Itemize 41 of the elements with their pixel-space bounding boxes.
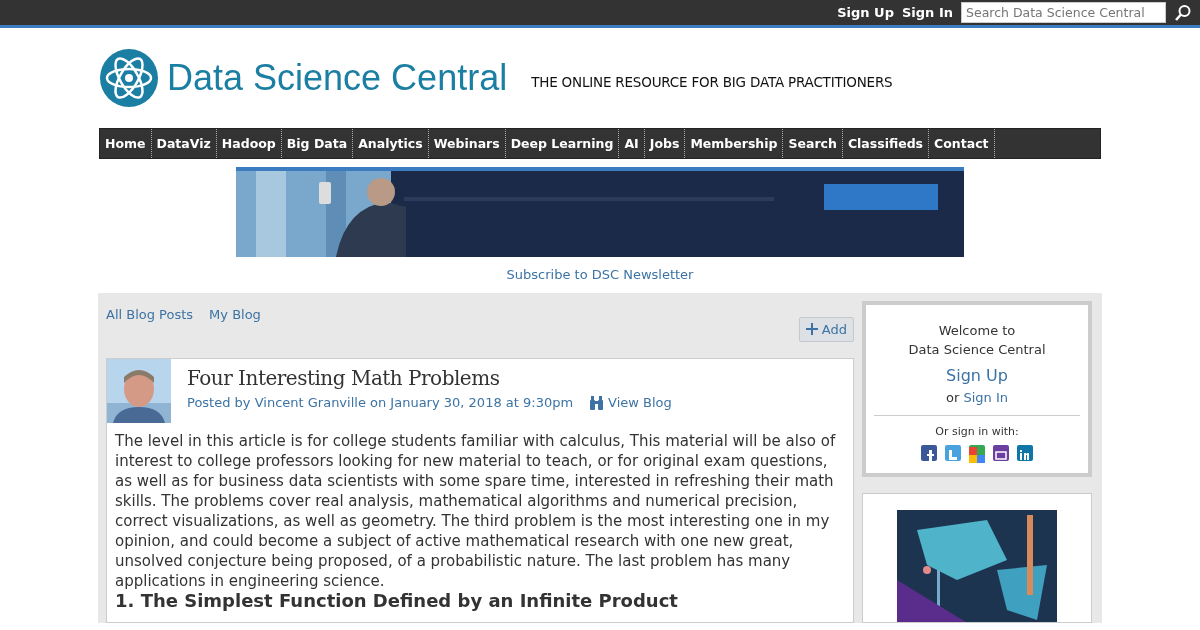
nav-link[interactable]: Hadoop	[216, 129, 282, 158]
search-field[interactable]: Search Data Science Central	[961, 2, 1166, 23]
plus-icon	[805, 323, 818, 336]
nav-link[interactable]: Jobs	[644, 129, 686, 158]
site-name[interactable]: Data Science Central	[167, 51, 508, 105]
newsletter-link[interactable]: Subscribe to DSC Newsletter	[506, 267, 694, 282]
nav-link[interactable]: DataViz	[151, 129, 217, 158]
nav-link[interactable]: Big Data	[281, 129, 354, 158]
sign-up-link[interactable]: Sign Up	[946, 363, 1008, 388]
logo-icon	[99, 48, 159, 108]
welcome-text: Welcome to Data Science Central	[907, 321, 1047, 359]
social-login-icon[interactable]	[921, 444, 937, 461]
nav-link[interactable]: Webinars	[428, 129, 506, 158]
add-button[interactable]: Add	[798, 316, 854, 342]
social-login-icon[interactable]	[1017, 444, 1033, 461]
nav-link[interactable]: Membership	[685, 129, 784, 158]
post-byline: Posted by Vincent Granville on January 30, 2018 at 9:30pm	[187, 394, 574, 412]
nav-link[interactable]: Classifieds	[842, 129, 930, 158]
nav-link[interactable]: Home	[100, 129, 152, 158]
nav-link[interactable]: Contact	[929, 129, 995, 158]
section-heading: 1. The Simplest Function Defined by an Infinite Product	[114, 591, 679, 611]
nav-link[interactable]: AI	[619, 129, 645, 158]
post-body: The level in this article is for college students familiar with calculus, This material will be also of interest to college professors looking for new material to teach, or for original exam questions, as well as for business data scientists with some spare time, interested in refreshing their math skills. The problems cover real analysis, mathematical algorithms and numerical precision, correct visualizations, as well as geometry. The third problem is the most interesting one in my opinion, and could become a subject of active mathematical research with one new great, unsolved conjecture being proposed, of a probabilistic nature. The last problem has many applications in engineering science.	[114, 431, 837, 591]
post-title: Four Interesting Math Problems	[187, 365, 501, 392]
or-text: or	[946, 389, 960, 405]
view-blog-link[interactable]: View Blog	[589, 393, 672, 413]
author-link[interactable]: Vincent Granville	[254, 395, 366, 410]
sign-in-link[interactable]: Sign In	[963, 389, 1008, 405]
blog-tab[interactable]: All Blog Posts	[106, 304, 194, 324]
nav-link[interactable]: Analytics	[353, 129, 429, 158]
top-link[interactable]: Sign Up	[837, 2, 894, 23]
social-login-icon[interactable]	[993, 444, 1009, 461]
top-link[interactable]: Sign In	[902, 2, 953, 23]
nav-link[interactable]: Search	[783, 129, 843, 158]
social-login-icon[interactable]	[969, 444, 985, 461]
binoculars-icon	[589, 395, 605, 410]
blog-tab[interactable]: My Blog	[209, 304, 261, 324]
tagline: THE ONLINE RESOURCE FOR BIG DATA PRACTITIONERS	[531, 72, 893, 92]
search-icon[interactable]	[1174, 3, 1192, 22]
nav-link[interactable]: Deep Learning	[505, 129, 620, 158]
social-label: Or sign in with:	[934, 424, 1020, 440]
